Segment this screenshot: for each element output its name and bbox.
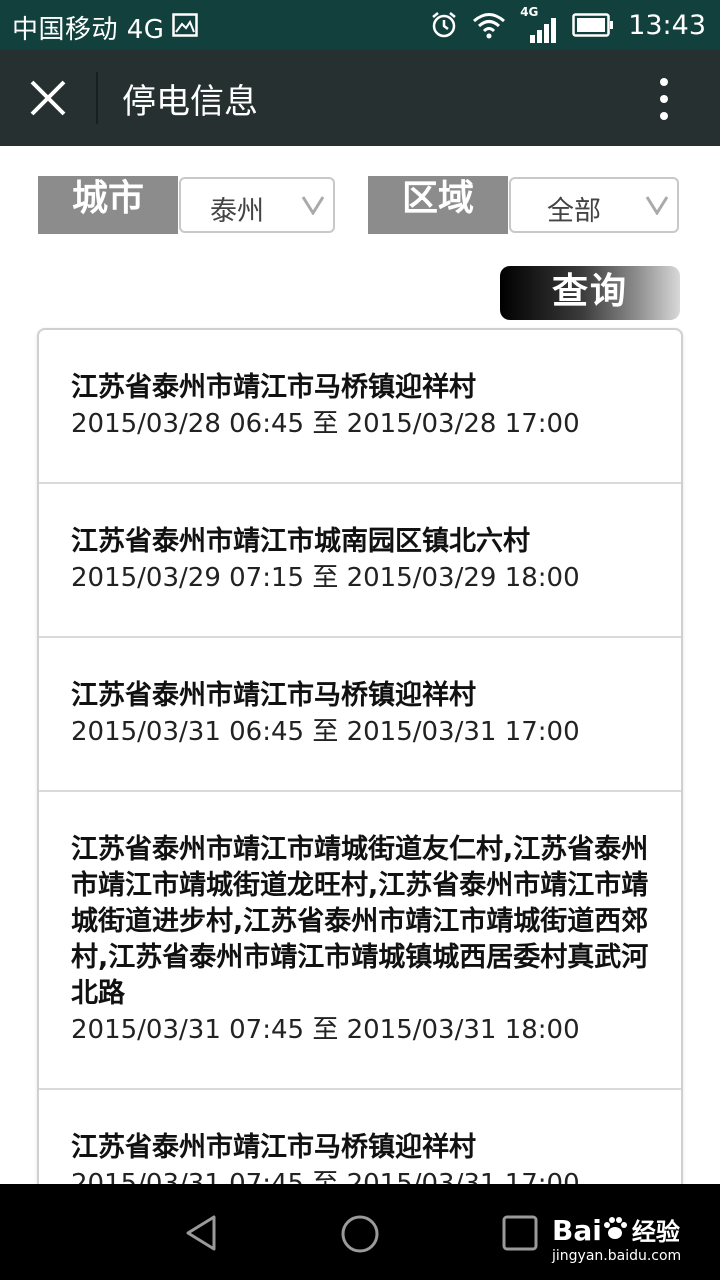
alarm-icon bbox=[432, 12, 456, 38]
image-icon bbox=[172, 13, 198, 37]
chevron-down-icon bbox=[301, 196, 325, 215]
clock: 13:43 bbox=[628, 9, 706, 41]
outage-list[interactable]: 江苏省泰州市靖江市马桥镇迎祥村 2015/03/28 06:45 至 2015/… bbox=[37, 328, 683, 1208]
area-select[interactable]: 全部 bbox=[509, 177, 679, 233]
list-item[interactable]: 江苏省泰州市靖江市靖城街道友仁村,江苏省泰州市靖江市靖城街道龙旺村,江苏省泰州市… bbox=[39, 792, 681, 1090]
wifi-icon bbox=[473, 13, 506, 39]
outage-address: 江苏省泰州市靖江市靖城街道友仁村,江苏省泰州市靖江市靖城街道龙旺村,江苏省泰州市… bbox=[71, 834, 649, 1009]
watermark-url: jingyan.baidu.com bbox=[552, 1248, 682, 1264]
close-icon[interactable] bbox=[26, 76, 70, 120]
watermark-brand: Bai bbox=[552, 1214, 602, 1247]
city-label: 城市 bbox=[38, 176, 178, 234]
outage-time: 2015/03/31 07:45 至 2015/03/31 18:00 bbox=[71, 1015, 580, 1045]
query-button[interactable]: 查询 bbox=[500, 266, 680, 320]
more-icon[interactable] bbox=[652, 76, 676, 122]
home-icon[interactable] bbox=[340, 1214, 380, 1254]
outage-time: 2015/03/29 07:15 至 2015/03/29 18:00 bbox=[71, 563, 580, 593]
watermark-brand-suffix: 经验 bbox=[631, 1218, 680, 1246]
area-select-value: 全部 bbox=[547, 196, 601, 227]
recents-icon[interactable] bbox=[502, 1215, 538, 1251]
outage-address: 江苏省泰州市靖江市马桥镇迎祥村 bbox=[71, 1132, 476, 1163]
list-item[interactable]: 江苏省泰州市靖江市马桥镇迎祥村 2015/03/31 06:45 至 2015/… bbox=[39, 638, 681, 792]
outage-address: 江苏省泰州市靖江市马桥镇迎祥村 bbox=[71, 680, 476, 711]
baidu-watermark: Bai 经验 jingyan.baidu.com bbox=[552, 1212, 681, 1264]
list-item[interactable]: 江苏省泰州市靖江市城南园区镇北六村 2015/03/29 07:15 至 201… bbox=[39, 484, 681, 638]
list-item[interactable]: 江苏省泰州市靖江市马桥镇迎祥村 2015/03/28 06:45 至 2015/… bbox=[39, 330, 681, 484]
area-label: 区域 bbox=[368, 176, 508, 234]
outage-address: 江苏省泰州市靖江市城南园区镇北六村 bbox=[71, 526, 530, 557]
outage-time: 2015/03/28 06:45 至 2015/03/28 17:00 bbox=[71, 409, 580, 439]
title-divider bbox=[96, 72, 98, 124]
battery-icon bbox=[572, 13, 614, 37]
paw-icon bbox=[603, 1217, 627, 1239]
outage-address: 江苏省泰州市靖江市马桥镇迎祥村 bbox=[71, 372, 476, 403]
carrier-label: 中国移动 4G bbox=[12, 15, 165, 45]
status-bar: 中国移动 4G 4G 13:43 bbox=[0, 0, 720, 50]
title-bar: 停电信息 bbox=[0, 50, 720, 146]
city-select-value: 泰州 bbox=[210, 196, 264, 227]
chevron-down-icon bbox=[645, 196, 669, 215]
signal-icon: 4G bbox=[520, 5, 558, 43]
page-title: 停电信息 bbox=[122, 82, 258, 122]
back-icon[interactable] bbox=[184, 1214, 218, 1252]
city-select[interactable]: 泰州 bbox=[179, 177, 335, 233]
outage-time: 2015/03/31 06:45 至 2015/03/31 17:00 bbox=[71, 717, 580, 747]
